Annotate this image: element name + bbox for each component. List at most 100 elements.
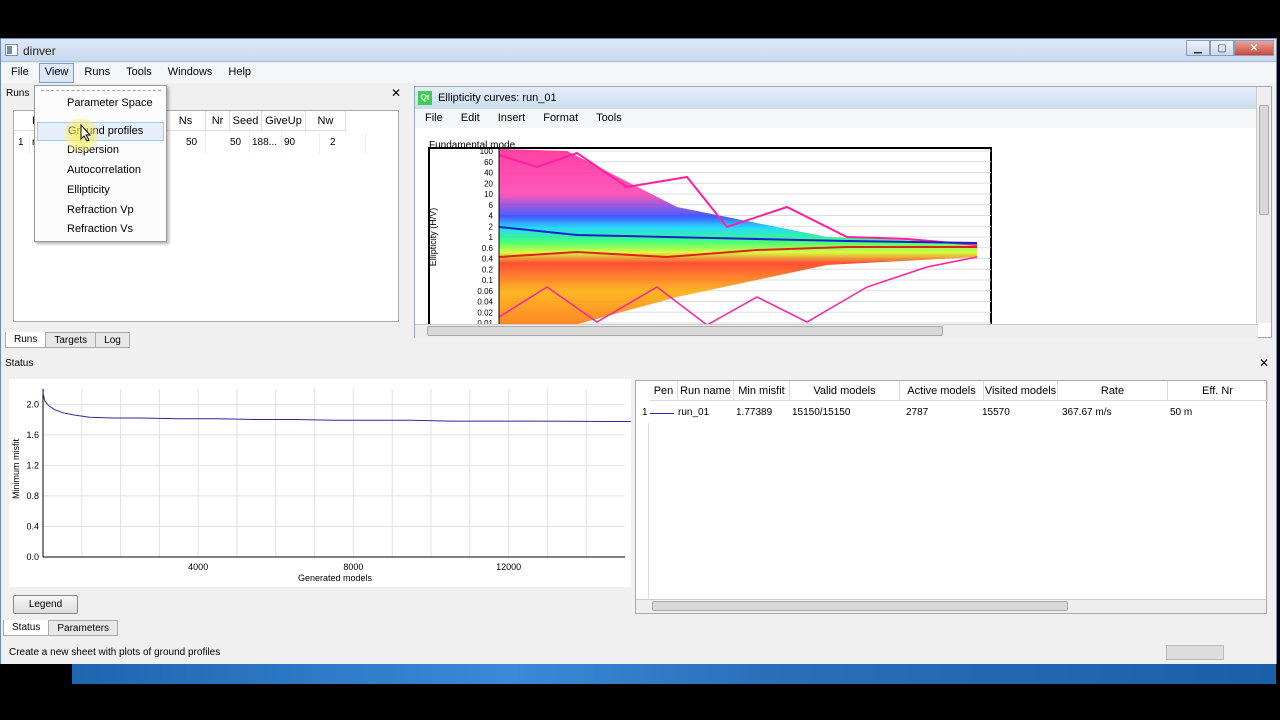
scroll-thumb[interactable]	[1259, 105, 1269, 215]
ellipticity-ytick-label: 6	[489, 201, 494, 210]
ellipticity-ytick-label: 10	[484, 190, 493, 199]
menu-item-ellipticity[interactable]: Ellipticity	[37, 181, 164, 200]
col-header-giveup[interactable]: GiveUp	[262, 111, 306, 131]
legend-button[interactable]: Legend	[13, 595, 78, 614]
misfit-ytick-label: 0.8	[26, 491, 39, 501]
menu-bar: File View Runs Tools Windows Help	[1, 63, 1276, 83]
subwindow-menu-bar: File Edit Insert Format Tools	[415, 110, 1260, 128]
rate-cell[interactable]: 367.67 m/s	[1056, 403, 1111, 423]
col-header-eff-nr[interactable]: Eff. Nr	[1168, 381, 1268, 401]
misfit-ytick-label: 0.4	[26, 521, 39, 531]
ellipticity-ytick-label: 0.02	[477, 308, 493, 317]
eff-nr-cell[interactable]: 50 m	[1164, 403, 1192, 423]
ns-cell[interactable]: 50	[182, 133, 206, 153]
submenu-file[interactable]: File	[417, 110, 451, 128]
close-icon[interactable]: ✕	[1234, 40, 1274, 56]
misfit-xtick-label: 8000	[343, 562, 363, 572]
mouse-cursor-icon	[80, 124, 92, 142]
status-bar-message: Create a new sheet with plots of ground …	[1, 642, 1276, 664]
menu-item-parameter-space[interactable]: Parameter Space	[37, 94, 164, 113]
submenu-insert[interactable]: Insert	[490, 110, 534, 128]
menu-item-dispersion[interactable]: Dispersion	[37, 141, 164, 160]
desktop-left-edge	[0, 664, 72, 684]
scroll-thumb[interactable]	[652, 601, 1068, 611]
misfit-xtick-label: 12000	[496, 562, 521, 572]
col-header-min-misfit[interactable]: Min misfit	[734, 381, 790, 401]
subwindow-title: Ellipticity curves: run_01	[438, 92, 557, 104]
nr-cell[interactable]: 50	[226, 133, 250, 153]
tab-log[interactable]: Log	[95, 332, 130, 348]
misfit-xtick-label: 4000	[188, 562, 208, 572]
ellipticity-plot[interactable]: 1006040201064210.60.40.20.10.060.040.020…	[427, 147, 993, 329]
col-header-seed[interactable]: Seed	[230, 111, 262, 131]
close-icon[interactable]: ✕	[391, 86, 401, 100]
ellipticity-ytick-label: 20	[484, 179, 493, 188]
subwindow-title-bar[interactable]: Qt Ellipticity curves: run_01	[415, 87, 1271, 109]
menu-view[interactable]: View	[38, 63, 75, 83]
ellipticity-ytick-label: 0.04	[477, 298, 493, 307]
ellipticity-ytick-label: 60	[484, 158, 493, 167]
ellipticity-ytick-label: 0.4	[482, 255, 494, 264]
minimize-icon[interactable]: ▁	[1186, 40, 1210, 56]
misfit-ytick-label: 1.6	[26, 430, 39, 440]
runs-dock-title: Runs	[6, 88, 30, 99]
tearoff-separator[interactable]	[41, 90, 161, 91]
subwindow-horizontal-scrollbar[interactable]	[415, 324, 1258, 338]
ellipticity-ytick-label: 0.6	[482, 244, 494, 253]
qt-icon: Qt	[418, 91, 432, 105]
ellipticity-ytick-label: 4	[489, 212, 494, 221]
tab-targets[interactable]: Targets	[45, 332, 97, 348]
menu-file[interactable]: File	[5, 63, 35, 83]
status-table-horizontal-scrollbar[interactable]	[636, 599, 1266, 613]
col-header-run-name[interactable]: Run name	[678, 381, 734, 401]
min-misfit-cell[interactable]: 1.77389	[730, 403, 772, 423]
column-divider	[648, 423, 649, 599]
seed-cell[interactable]: 188...	[248, 133, 282, 153]
view-menu-dropdown: Parameter Space Ground profiles Dispersi…	[34, 85, 167, 242]
subwindow-vertical-scrollbar[interactable]	[1256, 87, 1271, 323]
submenu-format[interactable]: Format	[535, 110, 586, 128]
submenu-edit[interactable]: Edit	[453, 110, 488, 128]
ellipticity-subwindow: Qt Ellipticity curves: run_01 File Edit …	[414, 86, 1272, 338]
menu-runs[interactable]: Runs	[78, 63, 116, 83]
valid-models-cell[interactable]: 15150/15150	[786, 403, 850, 423]
main-window: dinver ▁ ▢ ✕ File View Runs Tools Window…	[0, 38, 1277, 664]
giveup-cell[interactable]: 90	[280, 133, 320, 153]
tab-runs[interactable]: Runs	[5, 332, 47, 348]
active-models-cell[interactable]: 2787	[900, 403, 928, 423]
menu-item-refraction-vp[interactable]: Refraction Vp	[37, 201, 164, 220]
col-header-active-models[interactable]: Active models	[900, 381, 984, 401]
col-header-nr[interactable]: Nr	[206, 111, 230, 131]
status-table: Pen Run name Min misfit Valid models Act…	[635, 380, 1268, 614]
menu-item-ground-profiles[interactable]: Ground profiles	[37, 122, 164, 141]
col-header-ns[interactable]: Ns	[166, 111, 206, 131]
scroll-thumb[interactable]	[427, 326, 943, 336]
menu-item-autocorrelation[interactable]: Autocorrelation	[37, 161, 164, 180]
misfit-ytick-label: 0.0	[26, 552, 39, 562]
status-dock-title: Status	[5, 358, 34, 369]
misfit-chart[interactable]: 0.0 0.4 0.8 1.2 1.6 2.0 4000 8000 12000 Generat…	[9, 379, 631, 587]
menu-help[interactable]: Help	[222, 63, 257, 83]
ellipticity-ytick-label: 0.1	[482, 276, 494, 285]
tab-status[interactable]: Status	[3, 620, 50, 636]
col-header-rate[interactable]: Rate	[1058, 381, 1168, 401]
window-title: dinver	[23, 44, 56, 58]
menu-tools[interactable]: Tools	[120, 63, 158, 83]
col-header-pen[interactable]: Pen	[650, 381, 678, 401]
close-icon[interactable]: ✕	[1259, 356, 1269, 370]
col-header-visited-models[interactable]: Visited models	[984, 381, 1058, 401]
submenu-tools[interactable]: Tools	[588, 110, 630, 128]
misfit-series-line	[42, 392, 631, 422]
menu-windows[interactable]: Windows	[162, 63, 219, 83]
col-header-valid-models[interactable]: Valid models	[790, 381, 900, 401]
maximize-icon[interactable]: ▢	[1210, 40, 1234, 56]
nw-cell[interactable]: 2	[326, 133, 366, 153]
visited-models-cell[interactable]: 15570	[976, 403, 1010, 423]
col-header-nw[interactable]: Nw	[306, 111, 346, 131]
misfit-ylabel: Minimum misfit	[11, 439, 21, 499]
top-black-strip	[0, 0, 1280, 38]
tab-parameters[interactable]: Parameters	[48, 620, 119, 636]
menu-item-refraction-vs[interactable]: Refraction Vs	[37, 220, 164, 239]
title-bar[interactable]: dinver ▁ ▢ ✕	[1, 39, 1276, 62]
run-name-cell[interactable]: run_01	[672, 403, 709, 423]
